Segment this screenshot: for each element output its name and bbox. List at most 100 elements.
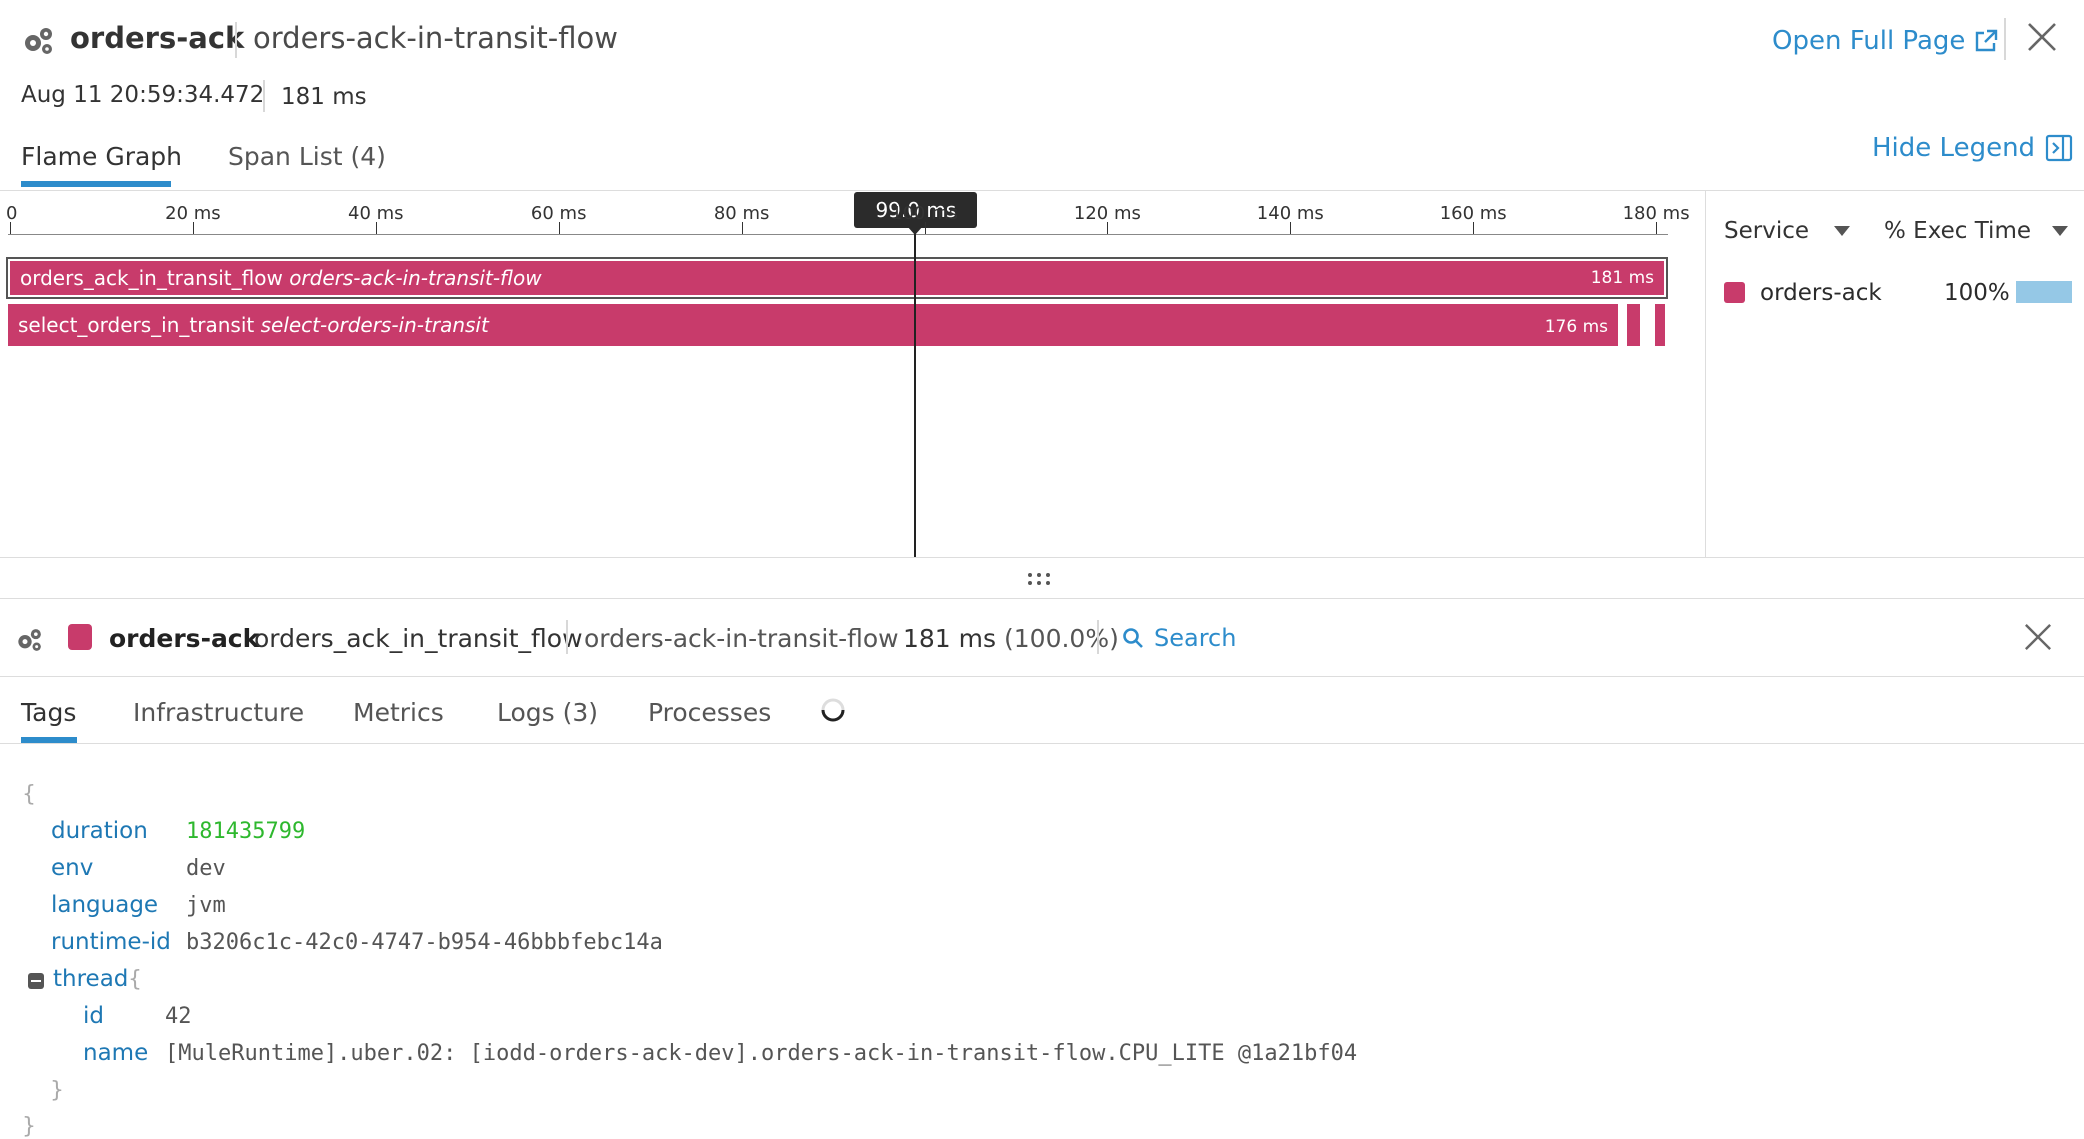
cursor-arrow [907,226,924,235]
close-detail-icon[interactable] [2024,623,2052,651]
tag-value[interactable]: 42 [165,1004,192,1029]
divider [235,22,237,58]
detail-duration-pct: (100.0%) [1004,624,1119,653]
detail-duration-value: 181 ms [903,624,997,653]
legend-divider [1705,190,1706,557]
axis-tick [1107,222,1109,234]
tag-key: duration [51,818,148,844]
trace-duration: 181 ms [281,84,367,110]
axis-tick-label: 120 ms [1073,203,1141,224]
legend-col-exec: % Exec Time [1884,218,2031,244]
axis-tick [1290,222,1292,234]
tab-label: Flame Graph [21,142,183,171]
span-duration: 181 ms [1590,268,1654,288]
tag-value[interactable]: jvm [186,893,226,918]
span-resource: select-orders-in-transit [260,313,489,337]
service-title: orders-ack [70,21,245,55]
tab-span-list[interactable]: Span List (4) [228,142,386,171]
axis-tick-label: 0 [6,203,18,224]
gear-icon [21,25,57,57]
tag-value[interactable]: b3206c1c-42c0-4747-b954-46bbbfebc14a [186,930,663,955]
axis-tick-label: 140 ms [1256,203,1324,224]
json-close-brace: } [22,1114,36,1139]
tag-key: thread [53,966,129,992]
panel-divider [0,676,2084,677]
search-button[interactable]: Search [1122,624,1236,652]
flame-bar-small[interactable] [1627,304,1640,346]
json-close-brace: } [50,1078,64,1103]
legend-service: orders-ack [1760,280,1882,306]
divider [2004,18,2006,60]
axis-tick-label: 180 ms [1622,203,1690,224]
detail-resource: orders-ack-in-transit-flow [584,624,899,653]
flame-bar-root[interactable]: orders_ack_in_transit_flow orders-ack-in… [6,257,1668,299]
detail-service: orders-ack [109,624,260,653]
span-name: orders_ack_in_transit_flow [20,266,283,290]
flame-bar-small[interactable] [1655,304,1665,346]
legend-col-service: Service [1724,218,1810,244]
tag-key: runtime-id [51,929,171,955]
tab-processes[interactable]: Processes [648,698,771,727]
axis-tick [741,222,743,234]
span-label: select_orders_in_transit select-orders-i… [18,304,489,346]
tag-value[interactable]: 181435799 [186,819,305,844]
axis-tick-label: 80 ms [713,203,770,224]
collapse-icon[interactable] [28,973,44,989]
legend-swatch [1724,282,1745,303]
resize-handle-icon[interactable] [1026,571,1052,587]
flame-graph[interactable] [0,190,1705,557]
tab-tags[interactable]: Tags [21,698,76,727]
legend-service-column[interactable]: Service [1724,218,1851,244]
hide-legend-button[interactable]: Hide Legend [1872,133,2073,163]
detail-span-name: orders_ack_in_transit_flow [254,624,583,653]
axis-line [8,234,1668,235]
legend-row[interactable]: orders-ack 100% [1724,280,2074,310]
tab-infrastructure[interactable]: Infrastructure [133,698,304,727]
close-icon[interactable] [2027,22,2057,52]
axis-tick [375,222,377,234]
tab-label: Infrastructure [133,698,305,727]
panel-divider [0,743,2084,744]
collapse-panel-icon [2045,134,2073,162]
tag-key: id [83,1003,104,1029]
tab-logs[interactable]: Logs (3) [497,698,598,727]
tag-value[interactable]: [MuleRuntime].uber.02: [iodd-orders-ack-… [165,1041,1357,1066]
axis-tick-label: 20 ms [165,203,221,224]
caret-down-icon [1833,225,1851,237]
tag-value[interactable]: dev [186,856,226,881]
axis-tick [1656,222,1658,234]
axis-tick [558,222,560,234]
search-icon [1122,627,1144,649]
search-label: Search [1154,624,1237,652]
json-open-brace: { [128,967,142,992]
tab-label: Metrics [353,698,444,727]
span-duration: 176 ms [1544,317,1608,337]
tab-label: Span List (4) [228,142,386,171]
caret-down-icon [2051,225,2069,237]
axis-tick-label: 160 ms [1439,203,1507,224]
hide-legend-label: Hide Legend [1872,133,2036,163]
axis-tick [10,222,11,234]
tag-key: env [51,855,94,881]
span-label: orders_ack_in_transit_flow orders-ack-in… [20,261,542,295]
axis-tick [192,222,194,234]
trace-date: Aug 11 20:59:34.472 [21,82,265,108]
flame-bar-child[interactable]: select_orders_in_transit select-orders-i… [8,304,1618,346]
legend-exec-bar [2016,281,2072,303]
span-bar: orders_ack_in_transit_flow orders-ack-in… [10,261,1664,295]
tab-label: Tags [21,698,77,727]
axis-tick [1473,222,1475,234]
tag-key: language [51,892,159,918]
detail-duration: 181 ms (100.0%) [903,624,1119,653]
tab-flame-graph[interactable]: Flame Graph [21,142,182,171]
span-name: select_orders_in_transit [18,313,255,337]
tab-metrics[interactable]: Metrics [353,698,444,727]
external-link-icon [1973,28,1999,54]
legend-exec-column[interactable]: % Exec Time [1884,218,2069,244]
gear-icon [15,626,45,654]
divider [263,80,265,112]
tab-label: Processes [648,698,772,727]
open-full-page-link[interactable]: Open Full Page [1772,26,1999,56]
axis-tick-label: 40 ms [348,203,404,224]
axis-tick-label: 60 ms [530,203,587,224]
